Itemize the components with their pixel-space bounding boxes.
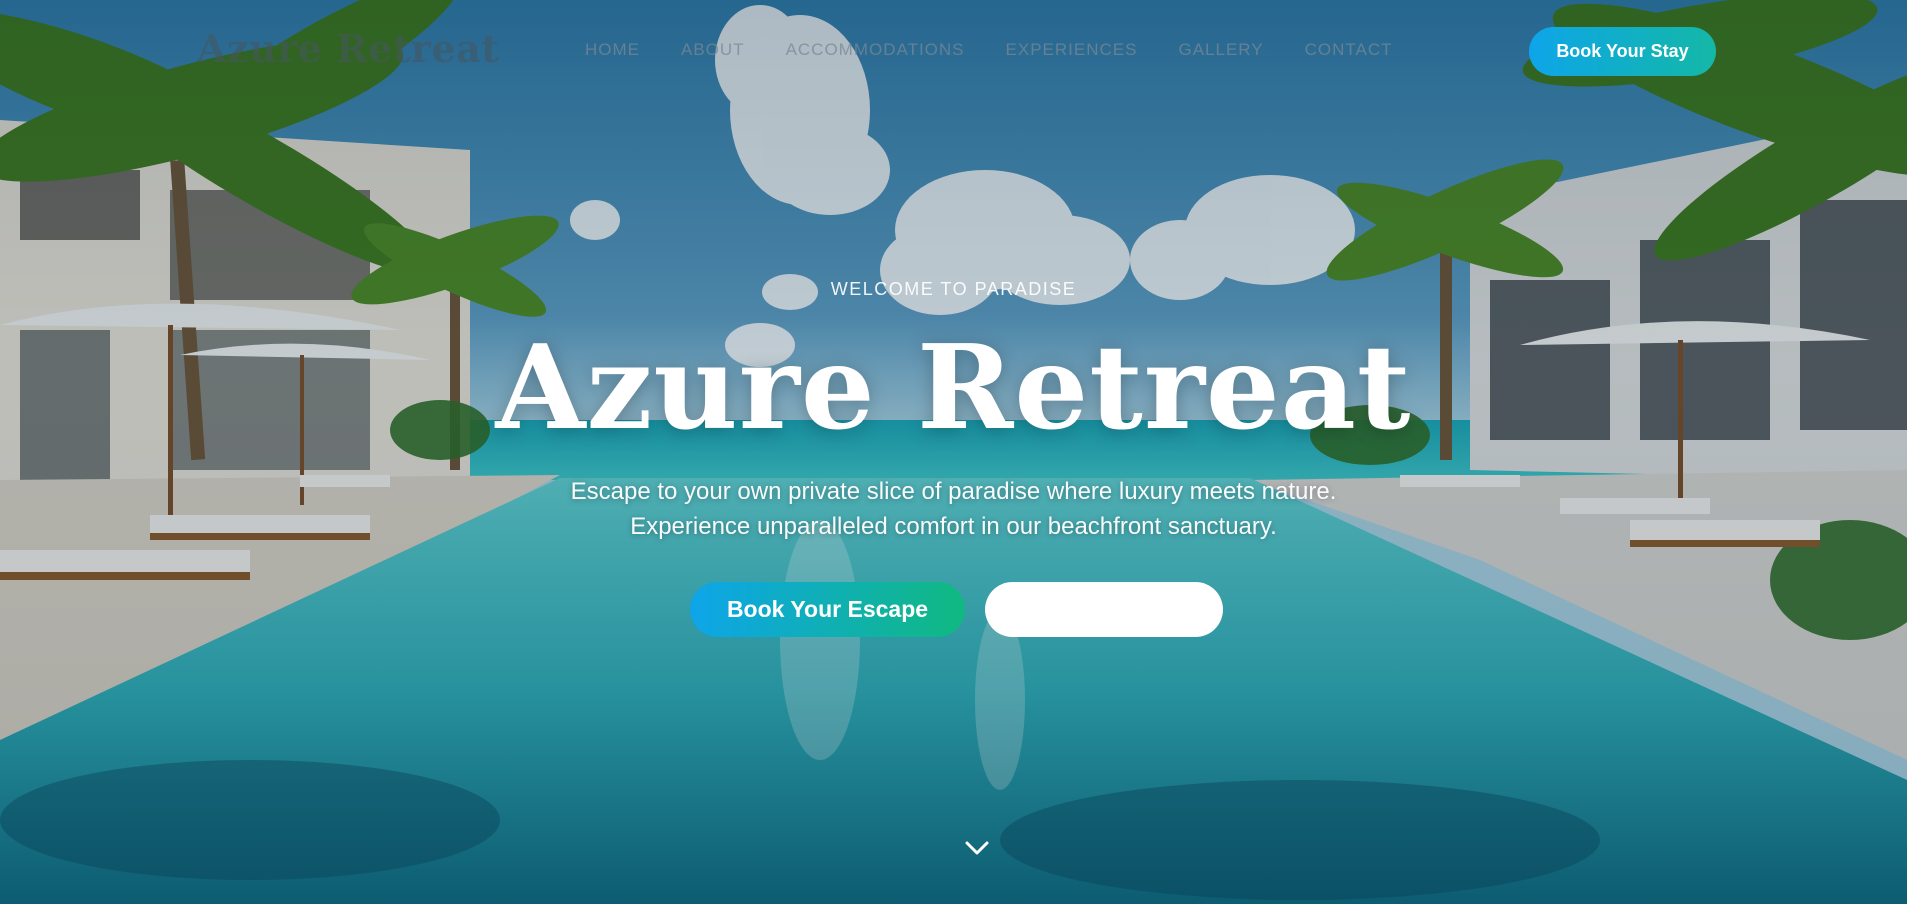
site-header: Azure Retreat HOME ABOUT ACCOMMODATIONS … [0, 0, 1907, 104]
book-your-escape-button[interactable]: Book Your Escape [690, 582, 965, 637]
secondary-hero-button[interactable] [985, 582, 1223, 637]
nav-item-gallery[interactable]: GALLERY [1178, 40, 1263, 60]
site-logo[interactable]: Azure Retreat [197, 26, 499, 71]
hero-title: Azure Retreat [495, 320, 1412, 456]
chevron-down-icon[interactable] [962, 836, 992, 860]
nav-item-experiences[interactable]: EXPERIENCES [1006, 40, 1138, 60]
hero-subtitle-line-2: Experience unparalleled comfort in our b… [630, 513, 1277, 540]
hero-eyebrow: WELCOME TO PARADISE [830, 279, 1077, 299]
nav-item-contact[interactable]: CONTACT [1305, 40, 1393, 60]
hero-subtitle-line-1: Escape to your own private slice of para… [570, 478, 1337, 505]
main-nav: HOME ABOUT ACCOMMODATIONS EXPERIENCES GA… [585, 40, 1434, 60]
nav-item-home[interactable]: HOME [585, 40, 640, 60]
book-your-stay-button[interactable]: Book Your Stay [1529, 27, 1716, 76]
nav-item-about[interactable]: ABOUT [681, 40, 745, 60]
hero-subtitle: Escape to your own private slice of para… [0, 474, 1907, 544]
hero-section: Azure Retreat HOME ABOUT ACCOMMODATIONS … [0, 0, 1907, 904]
nav-item-accommodations[interactable]: ACCOMMODATIONS [786, 40, 965, 60]
